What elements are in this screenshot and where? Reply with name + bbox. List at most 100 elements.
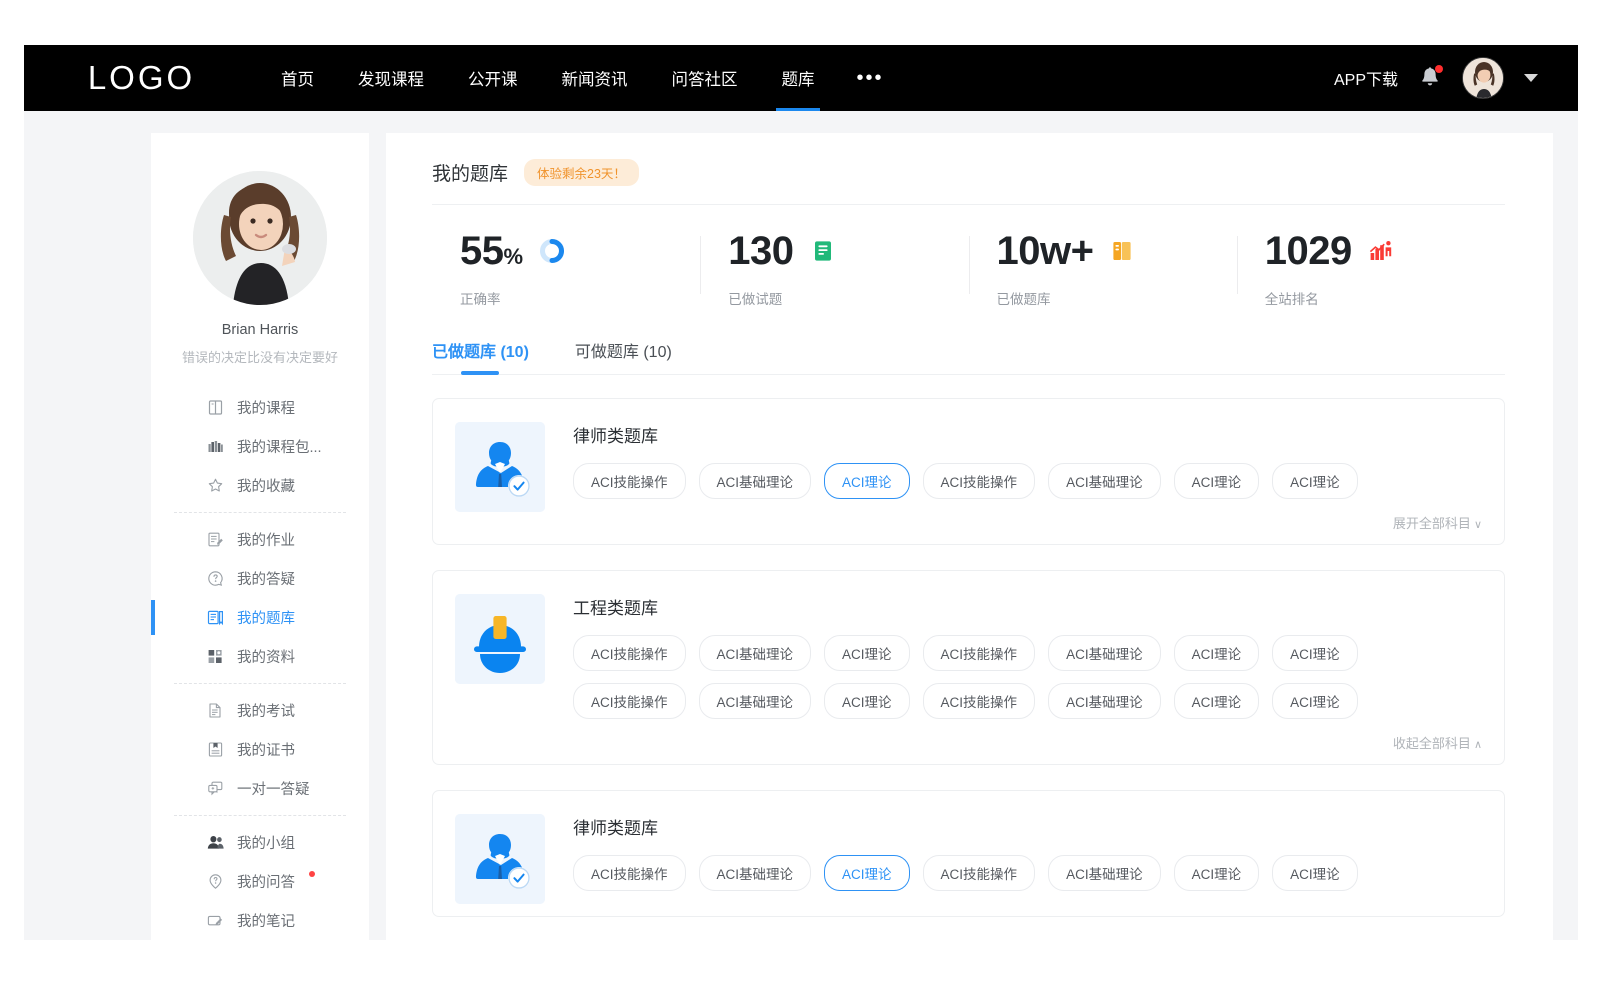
sidebar-item-7[interactable]: 我的资料	[151, 637, 369, 676]
avatar[interactable]	[1462, 57, 1504, 99]
sidebar-item-9[interactable]: 我的证书	[151, 730, 369, 769]
lawyer-avatar-icon[interactable]	[455, 814, 545, 904]
card-body: 工程类题库 ACI技能操作 ACI基础理论 ACI理论 ACI技能操作 ACI基础理论 AC…	[573, 594, 1482, 752]
subject-chip[interactable]: ACI技能操作	[923, 635, 1036, 671]
sidebar-item-4[interactable]: 我的作业	[151, 520, 369, 559]
question-bank-list: 律师类题库ACI技能操作ACI基础理论ACI理论ACI技能操作ACI基础理论AC…	[432, 398, 1505, 917]
page-title: 我的题库	[432, 159, 508, 186]
card-body: 律师类题库ACI技能操作ACI基础理论ACI理论ACI技能操作ACI基础理论AC…	[573, 814, 1482, 904]
tab-2[interactable]: 可做题库 (10)	[575, 338, 672, 374]
avatar-image	[1463, 58, 1504, 99]
sidebar-item-6[interactable]: 我的题库	[151, 598, 369, 637]
subject-chip[interactable]: ACI理论	[1272, 635, 1358, 671]
stat-top: 1029	[1265, 227, 1505, 275]
stat-label: 正确率	[460, 288, 700, 308]
subject-chip[interactable]: ACI技能操作	[923, 463, 1036, 499]
stat-card-4: 1029全站排名	[1237, 227, 1505, 308]
books-icon	[207, 438, 224, 455]
subject-chip[interactable]: ACI基础理论	[1048, 683, 1161, 719]
notification-bell-button[interactable]	[1418, 65, 1442, 91]
subject-chip[interactable]: ACI理论	[824, 855, 910, 891]
lawyer-avatar-icon[interactable]	[455, 422, 545, 512]
stat-value: 10w+	[997, 231, 1094, 271]
nav-item-2[interactable]: 发现课程	[336, 45, 446, 111]
subject-chip[interactable]: ACI理论	[824, 635, 910, 671]
subject-chip[interactable]: ACI基础理论	[699, 855, 812, 891]
nav-more-button[interactable]: •••	[837, 45, 904, 111]
subject-chip[interactable]: ACI理论	[824, 463, 910, 499]
subject-chip[interactable]: ACI理论	[1174, 463, 1260, 499]
expand-subjects-label: 收起全部科目	[1393, 736, 1471, 751]
chevron-down-icon[interactable]	[1524, 74, 1538, 82]
card-title[interactable]: 工程类题库	[573, 594, 1482, 619]
subject-chip[interactable]: ACI基础理论	[1048, 463, 1161, 499]
app-window: LOGO 首页发现课程公开课新闻资讯问答社区题库 ••• APP下载	[24, 45, 1578, 940]
subject-chip[interactable]: ACI理论	[1272, 463, 1358, 499]
subject-chip[interactable]: ACI理论	[824, 683, 910, 719]
nav-item-6[interactable]: 题库	[760, 45, 837, 111]
nav-item-5[interactable]: 问答社区	[650, 45, 760, 111]
sidebar-item-label: 我的课程包...	[237, 436, 322, 457]
stat-top: 130	[728, 227, 968, 275]
stat-top: 55%	[460, 227, 700, 275]
sidebar-item-label: 一对一答疑	[237, 778, 310, 799]
sidebar-item-5[interactable]: 我的答疑	[151, 559, 369, 598]
logo[interactable]: LOGO	[24, 59, 259, 97]
expand-subjects-link[interactable]: 展开全部科目∨	[573, 513, 1482, 532]
tab-1[interactable]: 已做题库 (10)	[432, 338, 529, 374]
sidebar-item-label: 我的小组	[237, 832, 295, 853]
subject-chip[interactable]: ACI技能操作	[573, 463, 686, 499]
sidebar-avatar[interactable]	[193, 171, 327, 305]
subject-chip[interactable]: ACI技能操作	[923, 855, 1036, 891]
red-rank-icon	[1368, 238, 1394, 264]
card-title[interactable]: 律师类题库	[573, 814, 1482, 839]
chevron-down-icon: ∨	[1474, 519, 1482, 531]
sidebar-item-1[interactable]: 我的课程	[151, 388, 369, 427]
subject-chip[interactable]: ACI理论	[1174, 683, 1260, 719]
subject-chip[interactable]: ACI基础理论	[1048, 855, 1161, 891]
trial-badge: 体验剩余23天！	[524, 159, 639, 186]
sidebar-item-2[interactable]: 我的课程包...	[151, 427, 369, 466]
orange-book-icon	[1109, 238, 1135, 264]
subject-chip[interactable]: ACI基础理论	[699, 463, 812, 499]
chevron-up-icon: ∧	[1474, 739, 1482, 751]
header-right: APP下载	[1334, 57, 1538, 99]
sidebar-item-12[interactable]: 我的问答	[151, 862, 369, 901]
expand-subjects-link[interactable]: 收起全部科目∧	[573, 733, 1482, 752]
subject-chip[interactable]: ACI理论	[1174, 635, 1260, 671]
sidebar-item-13[interactable]: 我的笔记	[151, 901, 369, 940]
qa-pin-icon	[207, 873, 224, 890]
card-title[interactable]: 律师类题库	[573, 422, 1482, 447]
app-download-link[interactable]: APP下载	[1334, 66, 1398, 90]
subject-chip[interactable]: ACI技能操作	[923, 683, 1036, 719]
subject-chip[interactable]: ACI技能操作	[573, 683, 686, 719]
subject-chip[interactable]: ACI基础理论	[699, 683, 812, 719]
nav-item-4[interactable]: 新闻资讯	[540, 45, 650, 111]
exam-icon	[207, 702, 224, 719]
subject-chip-list: ACI技能操作 ACI基础理论 ACI理论 ACI技能操作 ACI基础理论 ACI理论 AC…	[573, 855, 1482, 891]
note-icon	[207, 912, 224, 929]
sidebar-item-8[interactable]: 我的考试	[151, 691, 369, 730]
subject-chip[interactable]: ACI基础理论	[699, 635, 812, 671]
nav-item-1[interactable]: 首页	[259, 45, 336, 111]
sidebar-user-name: Brian Harris	[151, 322, 369, 338]
book-icon	[207, 399, 224, 416]
subject-chip[interactable]: ACI技能操作	[573, 855, 686, 891]
notification-badge-dot	[1435, 65, 1443, 73]
stat-top: 10w+	[997, 227, 1237, 275]
subject-chip[interactable]: ACI理论	[1272, 683, 1358, 719]
sidebar-item-3[interactable]: 我的收藏	[151, 466, 369, 505]
sidebar-menu: 我的课程我的课程包... 我的收藏我的作业我的答疑我的题库我的资料我的考试我的证书…	[151, 388, 369, 940]
nav-item-3[interactable]: 公开课	[446, 45, 540, 111]
sidebar-item-11[interactable]: 我的小组	[151, 823, 369, 862]
subject-chip[interactable]: ACI理论	[1272, 855, 1358, 891]
subject-chip[interactable]: ACI理论	[1174, 855, 1260, 891]
subject-chip[interactable]: ACI技能操作	[573, 635, 686, 671]
sidebar-item-10[interactable]: 一对一答疑	[151, 769, 369, 808]
helmet-icon[interactable]	[455, 594, 545, 684]
certificate-icon	[207, 741, 224, 758]
subject-chip[interactable]: ACI基础理论	[1048, 635, 1161, 671]
expand-subjects-label: 展开全部科目	[1393, 516, 1471, 531]
green-book-icon	[810, 238, 836, 264]
sidebar: Brian Harris 错误的决定比没有决定要好 我的课程我的课程包...我的…	[151, 133, 369, 940]
